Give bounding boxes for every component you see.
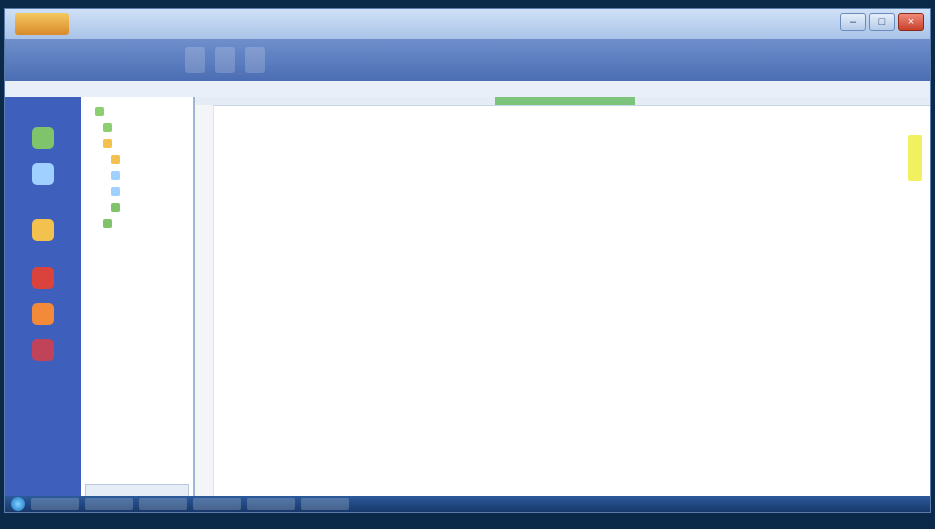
document-area — [195, 97, 930, 512]
taskbar-item[interactable] — [139, 498, 187, 510]
window-controls: – □ × — [840, 13, 924, 31]
maximize-button[interactable]: □ — [869, 13, 895, 31]
document-icon[interactable] — [32, 163, 54, 185]
minimize-button[interactable]: – — [840, 13, 866, 31]
tree-item[interactable] — [111, 187, 124, 196]
tree-item[interactable] — [95, 107, 108, 116]
chart-icon[interactable] — [32, 339, 54, 361]
taskbar-item[interactable] — [85, 498, 133, 510]
line-gutter — [195, 105, 214, 512]
tab-active-document[interactable] — [495, 97, 635, 105]
close-button[interactable]: × — [898, 13, 924, 31]
tree-item[interactable] — [111, 155, 124, 164]
settings-icon[interactable] — [32, 303, 54, 325]
left-navigation-rail — [5, 97, 81, 512]
tree-node-icon — [111, 187, 120, 196]
tree-item[interactable] — [103, 139, 116, 148]
taskbar-item[interactable] — [31, 498, 79, 510]
tree-item[interactable] — [111, 203, 124, 212]
title-bar: – □ × — [5, 9, 930, 39]
ribbon-button[interactable] — [245, 47, 265, 73]
highlight-marker — [908, 135, 922, 181]
ribbon-button[interactable] — [215, 47, 235, 73]
taskbar-item[interactable] — [247, 498, 295, 510]
alert-icon[interactable] — [32, 267, 54, 289]
tree-node-icon — [95, 107, 104, 116]
taskbar-item[interactable] — [301, 498, 349, 510]
ribbon-toolbar — [5, 39, 930, 81]
app-logo[interactable] — [15, 13, 69, 35]
tree-node-icon — [111, 203, 120, 212]
tree-node-icon — [111, 155, 120, 164]
tree-node-icon — [103, 123, 112, 132]
tree-node-icon — [103, 139, 112, 148]
tree-node-icon — [111, 171, 120, 180]
folder-icon[interactable] — [32, 219, 54, 241]
taskbar — [5, 496, 930, 512]
start-icon[interactable] — [11, 497, 25, 511]
app-window: – □ × — [4, 8, 931, 513]
ribbon-button[interactable] — [185, 47, 205, 73]
taskbar-item[interactable] — [193, 498, 241, 510]
tree-item[interactable] — [103, 123, 116, 132]
tree-item[interactable] — [103, 219, 116, 228]
document-tabs — [195, 97, 930, 106]
tree-item[interactable] — [111, 171, 124, 180]
tree-node-icon — [103, 219, 112, 228]
menu-bar — [5, 81, 930, 98]
home-icon[interactable] — [32, 127, 54, 149]
tree-panel — [81, 97, 195, 512]
